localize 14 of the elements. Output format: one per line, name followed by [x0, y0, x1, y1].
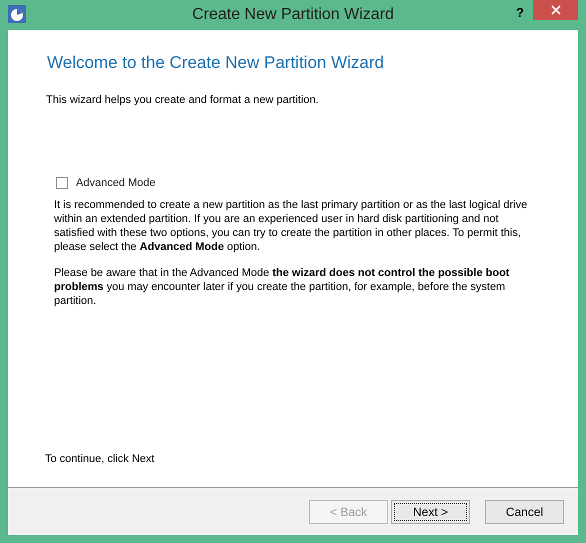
app-icon — [8, 5, 26, 23]
description-paragraph: It is recommended to create a new partition as the last primary partition or as the last logical drive within an extended partition. If you are an experienced user in hard disk partitioning and not satisfied with these two options, you can try to create the partition in other places. To permit this, please select the Advanced Mode option. — [54, 198, 528, 254]
help-button[interactable]: ? — [516, 3, 524, 22]
close-icon — [550, 5, 560, 15]
close-button[interactable] — [533, 0, 578, 20]
checkbox-label: Advanced Mode — [76, 176, 156, 191]
wizard-button[interactable]: Cancel — [485, 500, 564, 524]
wizard-button[interactable]: Next > — [391, 500, 470, 524]
advanced-mode-checkbox[interactable] — [56, 177, 68, 190]
wizard-heading: Welcome to the Create New Partition Wizard — [47, 52, 385, 74]
intro-text: This wizard helps you create and format a new partition. — [46, 92, 320, 108]
continue-text: To continue, click Next — [45, 452, 156, 466]
description-paragraph: Please be aware that in the Advanced Mode the wizard does not control the possible boot problems you may encounter later if you create the partition, for example, before the system partition. — [54, 266, 510, 308]
window-title: Create New Partition Wizard — [192, 5, 394, 25]
